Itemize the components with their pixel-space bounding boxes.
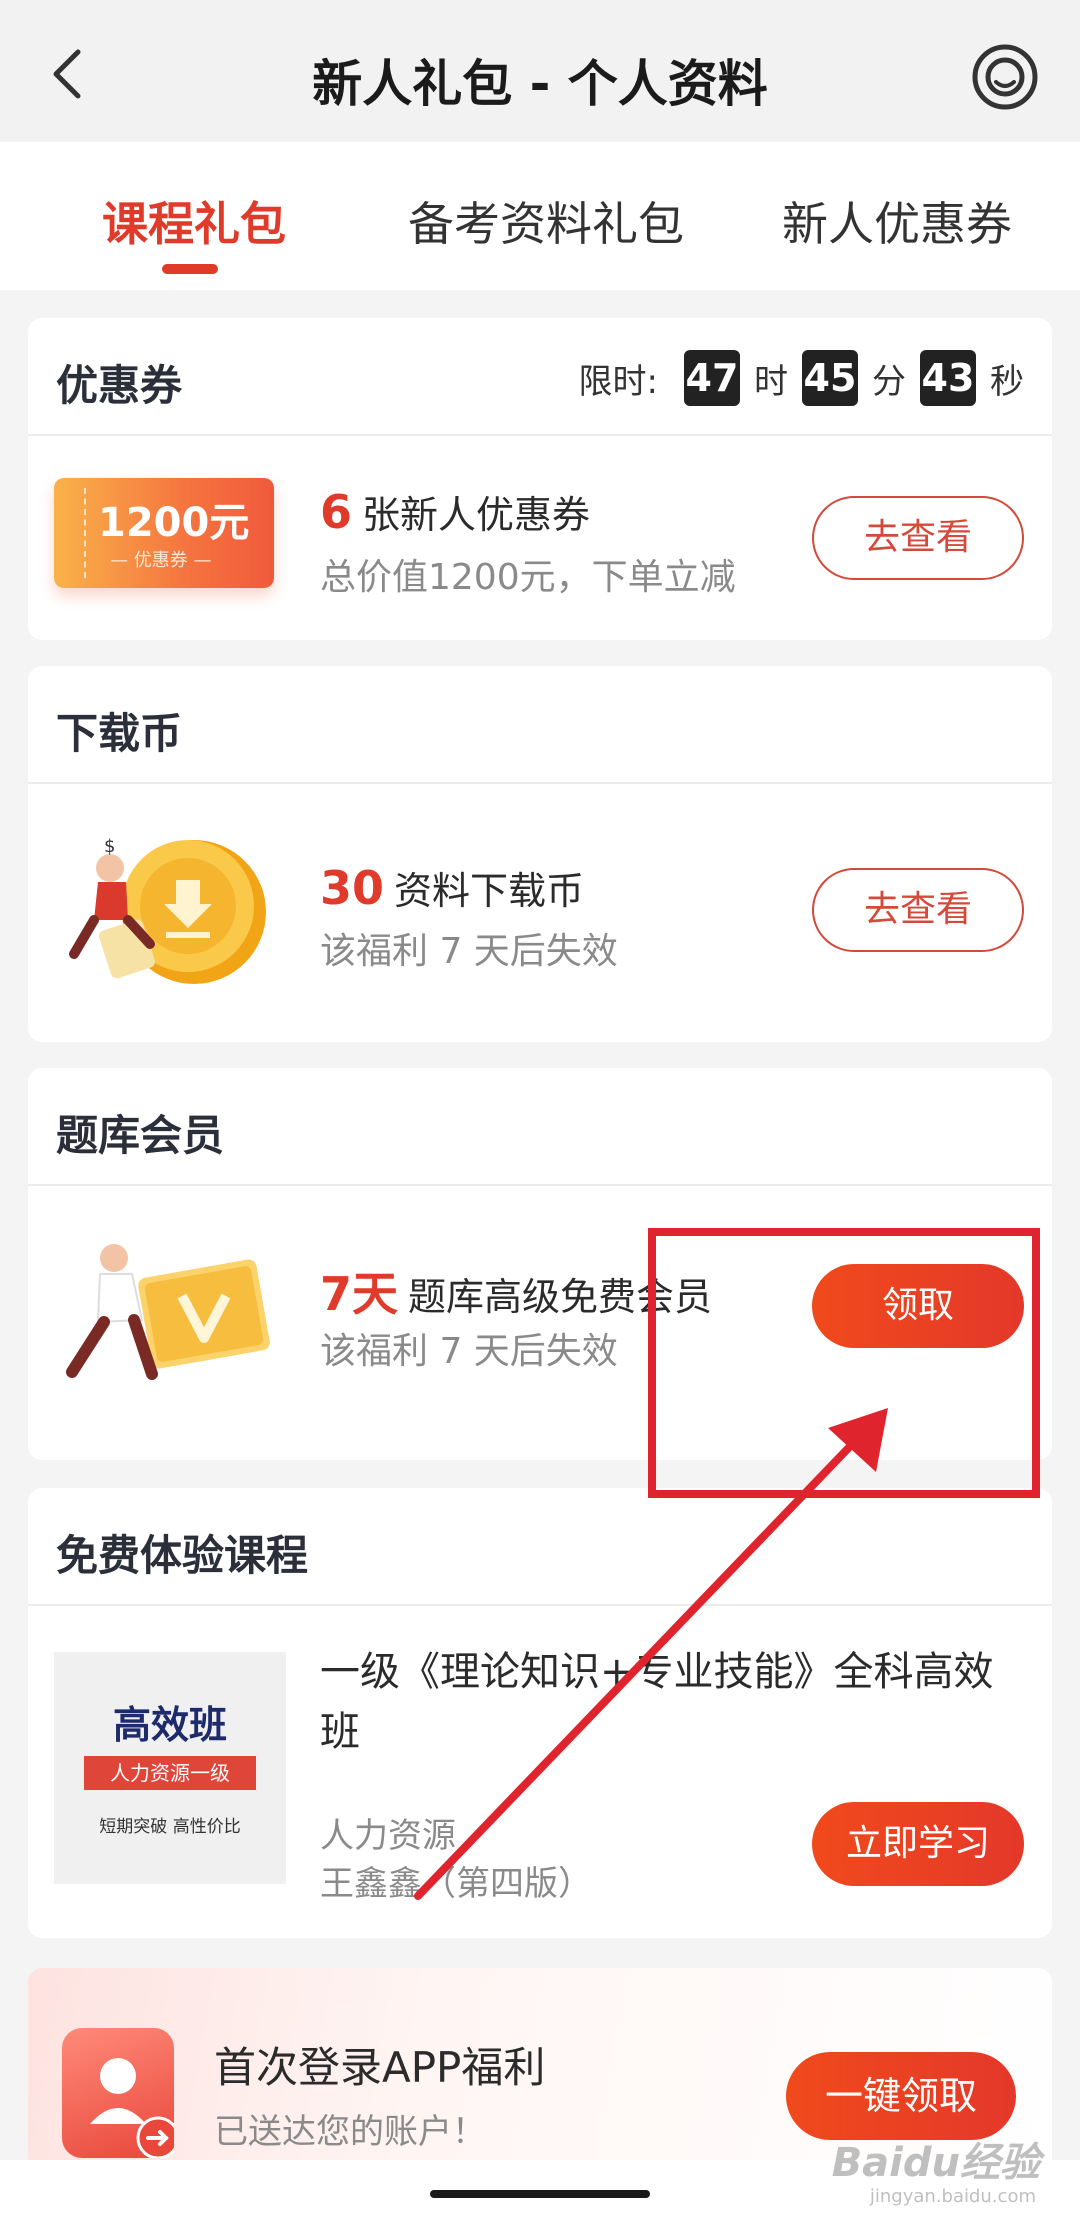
annotation-arrow-icon (414, 1408, 888, 1900)
